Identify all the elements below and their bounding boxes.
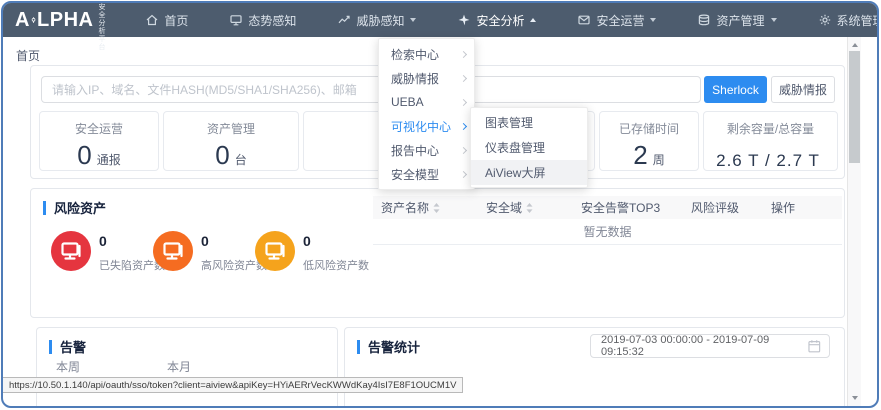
main-nav: 首页 态势感知 威胁感知 安全分析 安全运营 [125,3,879,37]
table-empty-state: 暂无数据 [373,219,842,245]
menu-item-visualization-center[interactable]: 可视化中心 [379,114,474,138]
column-header-alert-top3: 安全告警TOP3 [573,199,683,216]
menu-item-ueba[interactable]: UEBA [379,90,474,114]
logo-subtitle: 智能安全 分析平台 [98,1,111,52]
risk-assets-title: 风险资产 [43,198,106,217]
chevron-up-icon [530,18,536,22]
alert-statistics-title: 告警统计 [357,337,420,356]
stat-card-security-operations: 安全运营 0通报 [39,111,159,171]
stat-card-storage-time: 已存储时间 2周 [599,111,699,171]
metric-compromised-assets: 0 已失陷资产数 [51,231,165,273]
tab-this-week[interactable]: 本周 [56,358,80,375]
menu-item-search-center[interactable]: 检索中心 [379,42,474,66]
alert-statistics-card: 告警统计 2019-07-03 00:00:00 - 2019-07-09 09… [344,327,845,408]
monitor-icon [255,231,295,271]
nav-item-threat[interactable]: 威胁感知 [317,3,437,37]
chevron-down-icon [410,18,416,22]
chevron-right-icon [460,170,467,177]
column-header-security-domain[interactable]: 安全域 [478,199,573,216]
nav-item-home[interactable]: 首页 [125,3,209,37]
stat-value: 0 [77,140,91,170]
metric-low-risk-assets: 0 低风险资产数 [255,231,369,273]
chevron-right-icon [460,122,467,129]
submenu-item-dashboard-management[interactable]: 仪表盘管理 [471,135,587,160]
title-accent-bar [43,201,46,215]
menu-item-security-model[interactable]: 安全模型 [379,162,474,186]
submenu-item-chart-management[interactable]: 图表管理 [471,110,587,135]
menu-item-report-center[interactable]: 报告中心 [379,138,474,162]
logo-text-left: A [15,9,30,32]
alerts-title: 告警 [49,337,86,356]
nav-item-assets[interactable]: 资产管理 [677,3,797,37]
trend-icon [338,14,350,26]
date-range-value: 2019-07-03 00:00:00 - 2019-07-09 09:15:3… [601,334,808,358]
nav-item-situation[interactable]: 态势感知 [209,3,317,37]
chevron-right-icon [460,74,467,81]
title-accent-bar [49,340,52,354]
stat-value: 2 [633,140,647,170]
sherlock-button[interactable]: Sherlock [704,76,767,103]
chevron-down-icon [771,18,777,22]
scroll-up-arrow[interactable] [848,39,861,51]
stat-value: 0 [215,140,229,170]
calendar-icon [808,339,821,353]
stat-unit: 周 [653,153,665,167]
gear-icon [819,14,831,26]
risk-assets-table: 资产名称 安全域 安全告警TOP3 风险评级 操作 暂无数据 [373,196,842,245]
asset-icon [698,14,710,26]
column-header-actions: 操作 [763,199,842,216]
nav-item-operations[interactable]: 安全运营 [557,3,677,37]
sort-icon[interactable] [433,203,440,213]
search-input[interactable] [41,76,701,103]
scrollbar-thumb[interactable] [849,51,860,163]
visualization-submenu: 图表管理 仪表盘管理 AiView大屏 [470,107,588,188]
threat-intel-button[interactable]: 威胁情报 [771,76,835,103]
menu-item-threat-intel[interactable]: 威胁情报 [379,66,474,90]
chevron-right-icon [460,50,467,57]
monitor-icon [153,231,193,271]
ailpha-logo: A LPHA 智能安全 分析平台 [15,1,111,52]
nav-item-analysis[interactable]: 安全分析 [437,3,557,37]
risk-assets-card: 风险资产 0 已失陷资产数 0 高风险资产数 [30,188,845,318]
tab-this-month[interactable]: 本月 [167,358,191,375]
column-header-risk-rating: 风险评级 [683,199,763,216]
stat-value: 2.6 T / 2.7 T [716,151,820,170]
chevron-right-icon [460,98,467,105]
vertical-scrollbar[interactable] [847,37,861,406]
metric-label: 低风险资产数 [303,257,369,273]
monitor-icon [51,231,91,271]
alerts-card: 告警 本周 本月 [36,327,338,408]
metric-value: 0 [303,233,369,249]
metric-high-risk-assets: 0 高风险资产数 [153,231,267,273]
stat-card-capacity: 剩余容量/总容量 2.6 T / 2.7 T [703,111,838,171]
browser-status-url: https://10.50.1.140/api/oauth/sso/token?… [3,377,463,393]
stat-unit: 台 [235,153,247,167]
date-range-picker[interactable]: 2019-07-03 00:00:00 - 2019-07-09 09:15:3… [590,334,830,358]
top-navbar: A LPHA 智能安全 分析平台 首页 态势感知 威胁 [3,3,877,37]
chevron-right-icon [460,146,467,153]
title-accent-bar [357,340,360,354]
analysis-icon [458,14,470,26]
security-analysis-dropdown: 检索中心 威胁情报 UEBA 可视化中心 报告中心 安全模型 [378,38,475,190]
column-header-asset-name[interactable]: 资产名称 [373,199,478,216]
monitor-icon [230,14,242,26]
scroll-down-arrow[interactable] [848,392,861,404]
stat-unit: 通报 [97,153,121,167]
operations-icon [578,14,590,26]
logo-spark-icon [31,13,36,28]
logo-text-right: LPHA [37,9,93,32]
table-header-row: 资产名称 安全域 安全告警TOP3 风险评级 操作 [373,196,842,219]
stat-card-asset-management: 资产管理 0台 [163,111,299,171]
home-icon [146,14,158,26]
chevron-down-icon [650,18,656,22]
submenu-item-aiview-screen[interactable]: AiView大屏 [471,160,587,185]
app-window: A LPHA 智能安全 分析平台 首页 态势感知 威胁 [1,1,879,408]
breadcrumb: 首页 [16,47,40,64]
sort-icon[interactable] [526,203,533,213]
nav-item-system[interactable]: 系统管理 [798,3,880,37]
